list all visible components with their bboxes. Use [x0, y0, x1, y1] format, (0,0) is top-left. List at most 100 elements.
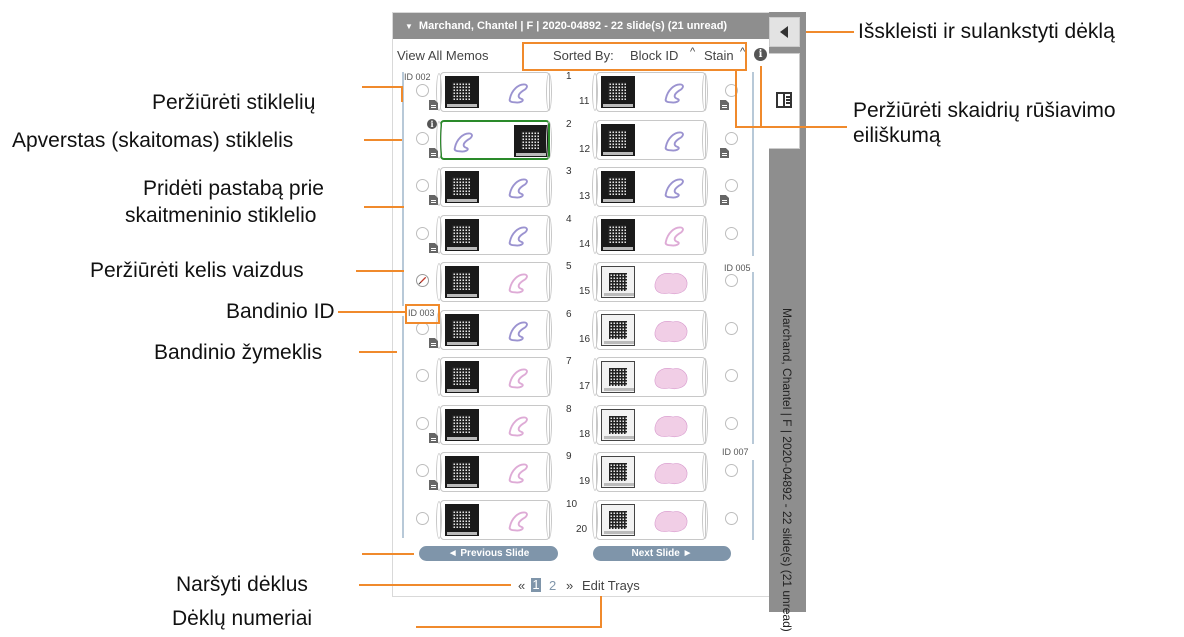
slide-thumbnail[interactable] [596, 262, 706, 302]
select-radio[interactable] [416, 179, 429, 192]
qr-code-icon [608, 130, 626, 148]
slide-thumbnail[interactable] [440, 72, 550, 112]
label-text-icon [447, 294, 477, 297]
slide-number: 1 [566, 71, 572, 82]
specimen-marker [402, 316, 404, 538]
slide-thumbnail[interactable] [440, 405, 550, 445]
slide-bracket-icon [592, 453, 598, 491]
callout-tray-numbers: Dėklų numeriai [172, 607, 313, 630]
select-radio[interactable] [725, 132, 738, 145]
label-text-icon [604, 483, 634, 486]
sort-info-icon[interactable]: i [754, 48, 767, 61]
label-text-icon [447, 342, 477, 345]
slide-thumbnail[interactable] [596, 310, 706, 350]
label-text-icon [604, 341, 634, 344]
side-case-text: Marchand, Chantel | F | 2020-04892 - 22 … [780, 308, 794, 632]
select-radio[interactable] [416, 369, 429, 382]
select-radio[interactable] [725, 417, 738, 430]
select-radio[interactable] [725, 369, 738, 382]
qr-code-icon [609, 273, 627, 291]
previous-slide-button[interactable]: ◄ Previous Slide [419, 546, 558, 561]
slide-thumbnail[interactable] [596, 215, 706, 255]
slide-thumbnail[interactable] [596, 452, 706, 492]
label-text-icon [447, 104, 477, 107]
next-slide-button[interactable]: Next Slide ► [593, 546, 731, 561]
slide-thumbnail[interactable] [440, 452, 550, 492]
tissue-image [508, 226, 528, 247]
select-radio[interactable] [416, 84, 429, 97]
slide-label-icon [601, 124, 635, 156]
pager-page-1[interactable]: 1 [531, 578, 541, 592]
slide-number: 10 [566, 499, 578, 510]
select-radio[interactable] [725, 227, 738, 240]
callout-line [362, 86, 402, 88]
qr-code-icon [608, 82, 626, 100]
slide-thumbnail[interactable] [440, 167, 550, 207]
slide-thumbnail[interactable] [596, 405, 706, 445]
callout-line [600, 596, 602, 628]
edit-trays-link[interactable]: Edit Trays [582, 578, 640, 593]
qr-code-icon [452, 510, 470, 528]
slide-bracket-icon [702, 311, 708, 349]
case-header[interactable]: ▼ Marchand, Chantel | F | 2020-04892 - 22… [393, 13, 769, 39]
slide-bracket-icon [436, 501, 442, 539]
slide-thumbnail[interactable] [440, 120, 550, 160]
slide-thumbnail[interactable] [596, 357, 706, 397]
pager-page-2[interactable]: 2 [549, 578, 556, 593]
label-text-icon [603, 104, 633, 107]
select-radio[interactable] [416, 464, 429, 477]
slide-bracket-icon [436, 263, 442, 301]
slide-bracket-icon [436, 358, 442, 396]
slide-number: 8 [566, 404, 572, 415]
tissue-image [508, 83, 528, 104]
select-radio[interactable] [725, 464, 738, 477]
slide-thumbnail[interactable] [596, 500, 706, 540]
callout-box-sort [522, 42, 747, 71]
collapse-tray-button[interactable] [769, 17, 800, 47]
select-radio[interactable] [725, 512, 738, 525]
tray-tab[interactable] [769, 53, 800, 149]
select-radio[interactable] [416, 512, 429, 525]
pager-next[interactable]: » [566, 578, 573, 593]
callout-add-note-2: skaitmeninio stiklelio [125, 204, 317, 227]
pager-prev[interactable]: « [518, 578, 525, 593]
slide-thumbnail[interactable] [440, 500, 550, 540]
label-text-icon [447, 199, 477, 202]
slide-bracket-icon [546, 73, 552, 111]
specimen-marker [752, 72, 754, 256]
tissue-image [664, 83, 684, 104]
select-radio[interactable] [416, 132, 429, 145]
tissue-image [508, 416, 528, 437]
select-radio[interactable] [725, 179, 738, 192]
label-text-icon [447, 247, 477, 250]
slide-number: 5 [566, 261, 572, 272]
slide-bracket-icon [546, 121, 552, 159]
slide-thumbnail[interactable] [440, 215, 550, 255]
callout-multi-images: Peržiūrėti kelis vaizdus [90, 259, 304, 282]
slide-thumbnail[interactable] [440, 357, 550, 397]
select-radio[interactable] [416, 417, 429, 430]
slide-thumbnail[interactable] [596, 72, 706, 112]
select-radio[interactable] [416, 227, 429, 240]
slide-thumbnail[interactable] [596, 120, 706, 160]
callout-line [359, 351, 397, 353]
qr-code-icon [452, 225, 470, 243]
slide-number: 16 [579, 334, 591, 345]
label-text-icon [447, 437, 477, 440]
qr-code-icon [452, 415, 470, 433]
slide-number: 4 [566, 214, 572, 225]
slide-number: 2 [566, 119, 572, 130]
slide-label-icon [601, 76, 635, 108]
specimen-id: ID 005 [724, 263, 751, 273]
select-radio[interactable] [725, 322, 738, 335]
tissue-image [453, 132, 473, 153]
slide-thumbnail[interactable] [440, 310, 550, 350]
view-all-memos-link[interactable]: View All Memos [397, 48, 489, 63]
slide-number: 14 [579, 239, 591, 250]
select-radio[interactable] [725, 274, 738, 287]
pushpin-icon[interactable] [416, 274, 429, 287]
slide-bracket-icon [702, 453, 708, 491]
slide-thumbnail[interactable] [440, 262, 550, 302]
slide-label-icon [601, 456, 635, 488]
slide-thumbnail[interactable] [596, 167, 706, 207]
